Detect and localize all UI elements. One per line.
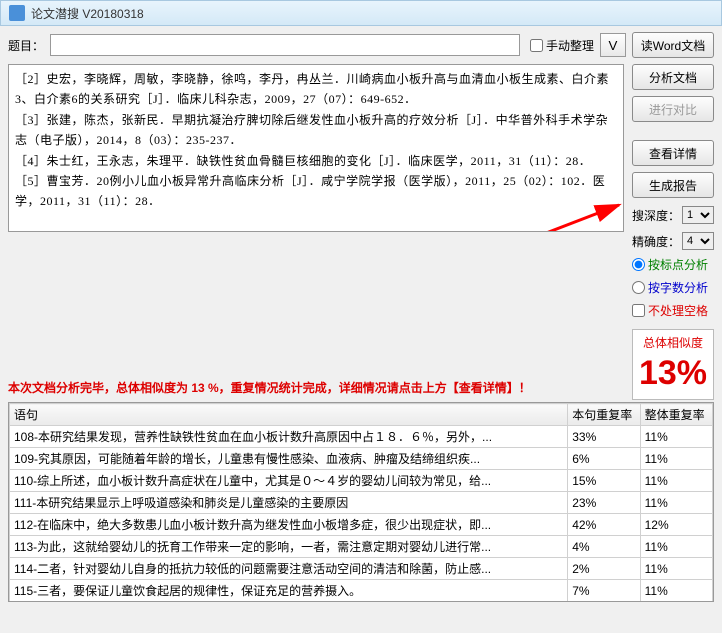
table-row[interactable]: 109-究其原因，可能随着年龄的增长，儿童患有慢性感染、血液病、肿瘤及结缔组织疾… <box>10 448 713 470</box>
cell-global-rate: 11% <box>640 558 712 580</box>
cell-global-rate: 12% <box>640 514 712 536</box>
cell-global-rate: 11% <box>640 426 712 448</box>
status-line: 本次文档分析完毕，总体相似度为 13 %，重复情况统计完成，详细情况请点击上方【… <box>8 373 624 400</box>
similarity-label: 总体相似度 <box>637 334 709 351</box>
depth-row: 搜深度： 1 <box>632 206 714 224</box>
precision-label: 精确度： <box>632 233 680 250</box>
depth-label: 搜深度： <box>632 207 680 224</box>
table-row[interactable]: 111-本研究结果显示上呼吸道感染和肺炎是儿童感染的主要原因23%11% <box>10 492 713 514</box>
manual-label: 手动整理 <box>546 37 594 54</box>
cell-global-rate: 11% <box>640 470 712 492</box>
col-local-rate[interactable]: 本句重复率 <box>568 404 640 426</box>
manual-checkbox[interactable] <box>530 39 543 52</box>
radio-punct-input[interactable] <box>632 258 645 271</box>
cell-local-rate: 15% <box>568 470 640 492</box>
cell-global-rate: 11% <box>640 492 712 514</box>
similarity-box: 总体相似度 13% <box>632 329 714 400</box>
precision-select[interactable]: 4 <box>682 232 714 250</box>
detail-button[interactable]: 查看详情 <box>632 140 714 166</box>
table-row[interactable]: 117-［1］郝婕．血小板升高与非小细胞肺癌远处转移相关系探讨［J］．中国医学创… <box>10 602 713 603</box>
chk-no-space[interactable]: 不处理空格 <box>632 302 714 319</box>
cell-sentence: 113-为此，这就给婴幼儿的抚育工作带来一定的影响，一者，需注意定期对婴幼儿进行… <box>10 536 568 558</box>
cell-sentence: 108-本研究结果发现，营养性缺铁性贫血在血小板计数升高原因中占１８．６％，另外… <box>10 426 568 448</box>
result-table: 语句 本句重复率 整体重复率 108-本研究结果发现，营养性缺铁性贫血在血小板计… <box>9 403 713 602</box>
radio-by-chars[interactable]: 按字数分析 <box>632 279 714 296</box>
analyze-button[interactable]: 分析文档 <box>632 64 714 90</box>
table-row[interactable]: 108-本研究结果发现，营养性缺铁性贫血在血小板计数升高原因中占１８．６％，另外… <box>10 426 713 448</box>
read-word-button[interactable]: 读Word文档 <box>632 32 714 58</box>
cell-local-rate: 6% <box>568 448 640 470</box>
titlebar: 论文潜搜 V20180318 <box>0 0 722 26</box>
reference-line: ［4］朱士红，王永志，朱理平．缺铁性贫血骨髓巨核细胞的变化［J］．临床医学，20… <box>15 151 617 171</box>
col-global-rate[interactable]: 整体重复率 <box>640 404 712 426</box>
cell-sentence: 111-本研究结果显示上呼吸道感染和肺炎是儿童感染的主要原因 <box>10 492 568 514</box>
cell-local-rate: 4% <box>568 536 640 558</box>
report-button[interactable]: 生成报告 <box>632 172 714 198</box>
cell-local-rate: 33% <box>568 426 640 448</box>
chk-no-space-input[interactable] <box>632 304 645 317</box>
cell-global-rate: 11% <box>640 448 712 470</box>
radio-by-punct[interactable]: 按标点分析 <box>632 256 714 273</box>
depth-select[interactable]: 1 <box>682 206 714 224</box>
cell-sentence: 109-究其原因，可能随着年龄的增长，儿童患有慢性感染、血液病、肿瘤及结缔组织疾… <box>10 448 568 470</box>
compare-button: 进行对比 <box>632 96 714 122</box>
manual-checkbox-wrap[interactable]: 手动整理 <box>530 37 594 54</box>
table-row[interactable]: 112-在临床中，绝大多数患儿血小板计数升高为继发性血小板增多症，很少出现症状，… <box>10 514 713 536</box>
right-panel: 分析文档 进行对比 查看详情 生成报告 搜深度： 1 精确度： 4 按标点分析 … <box>632 64 714 400</box>
cell-local-rate: 58% <box>568 602 640 603</box>
top-row: 题目： 手动整理 V 读Word文档 <box>0 26 722 64</box>
cell-global-rate: 12% <box>640 602 712 603</box>
reference-line: ［3］张建，陈杰，张新民．早期抗凝治疗脾切除后继发性血小板升高的疗效分析［J］．… <box>15 110 617 151</box>
app-icon <box>9 5 25 21</box>
topic-label: 题目： <box>8 37 44 54</box>
cell-local-rate: 23% <box>568 492 640 514</box>
col-sentence[interactable]: 语句 <box>10 404 568 426</box>
similarity-value: 13% <box>637 351 709 395</box>
cell-sentence: 114-二者，针对婴幼儿自身的抵抗力较低的问题需要注意活动空间的清洁和除菌，防止… <box>10 558 568 580</box>
precision-row: 精确度： 4 <box>632 232 714 250</box>
v-button[interactable]: V <box>600 33 626 57</box>
radio-chars-input[interactable] <box>632 281 645 294</box>
cell-sentence: 115-三者，要保证儿童饮食起居的规律性，保证充足的营养摄入。 <box>10 580 568 602</box>
reference-box: ［2］史宏，李晓辉，周敏，李晓静，徐鸣，李丹，冉丛兰．川崎病血小板升高与血清血小… <box>8 64 624 232</box>
cell-local-rate: 7% <box>568 580 640 602</box>
table-row[interactable]: 115-三者，要保证儿童饮食起居的规律性，保证充足的营养摄入。7%11% <box>10 580 713 602</box>
cell-sentence: 112-在临床中，绝大多数患儿血小板计数升高为继发性血小板增多症，很少出现症状，… <box>10 514 568 536</box>
window-title: 论文潜搜 V20180318 <box>31 5 144 22</box>
cell-local-rate: 42% <box>568 514 640 536</box>
reference-line: ［5］曹宝芳．20例小儿血小板异常升高临床分析［J］．咸宁学院学报（医学版），2… <box>15 171 617 212</box>
cell-sentence: 110-综上所述，血小板计数升高症状在儿童中，尤其是０～４岁的婴幼儿间较为常见，… <box>10 470 568 492</box>
reference-line: ［2］史宏，李晓辉，周敏，李晓静，徐鸣，李丹，冉丛兰．川崎病血小板升高与血清血小… <box>15 69 617 110</box>
topic-input[interactable] <box>50 34 520 56</box>
cell-sentence: 117-［1］郝婕．血小板升高与非小细胞肺癌远处转移相关系探讨［J］．中国医学创… <box>10 602 568 603</box>
table-row[interactable]: 110-综上所述，血小板计数升高症状在儿童中，尤其是０～４岁的婴幼儿间较为常见，… <box>10 470 713 492</box>
cell-global-rate: 11% <box>640 580 712 602</box>
table-row[interactable]: 113-为此，这就给婴幼儿的抚育工作带来一定的影响，一者，需注意定期对婴幼儿进行… <box>10 536 713 558</box>
cell-local-rate: 2% <box>568 558 640 580</box>
table-row[interactable]: 114-二者，针对婴幼儿自身的抵抗力较低的问题需要注意活动空间的清洁和除菌，防止… <box>10 558 713 580</box>
result-table-wrap: 语句 本句重复率 整体重复率 108-本研究结果发现，营养性缺铁性贫血在血小板计… <box>8 402 714 602</box>
cell-global-rate: 11% <box>640 536 712 558</box>
